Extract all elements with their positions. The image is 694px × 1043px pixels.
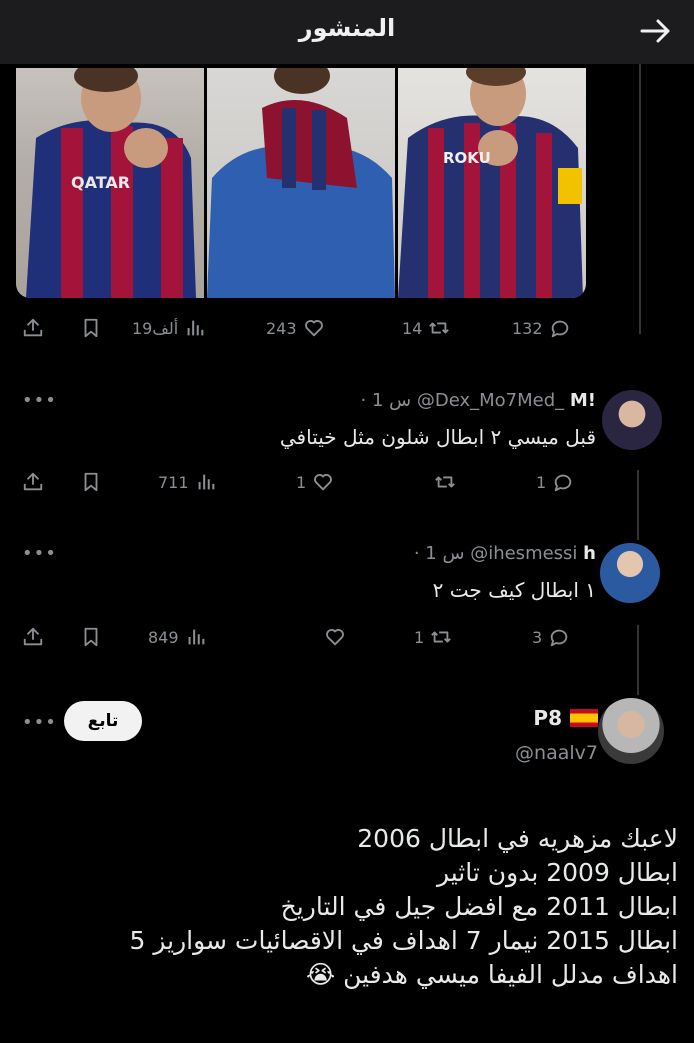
post-action-bar: 19ألف 243 14 132 (0, 314, 600, 342)
views-icon (187, 320, 204, 336)
reply-button[interactable]: 1 (536, 468, 574, 496)
thread-line (637, 625, 639, 695)
author-name[interactable]: P8 (533, 706, 598, 730)
share-button[interactable] (22, 314, 44, 342)
reply-time: · 1 س (360, 390, 412, 411)
page-title: المنشور (298, 14, 396, 42)
share-icon (23, 627, 43, 646)
reply-header: · 1 س @ihesmessi h (414, 543, 596, 564)
post-media-grid[interactable]: QATAR ROKU (16, 68, 586, 298)
post-photo[interactable] (207, 68, 395, 298)
views-stat[interactable]: 19ألف (132, 314, 206, 342)
more-icon[interactable]: ••• (22, 543, 57, 564)
likes-count: 1 (296, 472, 307, 492)
views-icon (188, 629, 204, 645)
post-line: ابطال 2009 بدون تاثير (436, 858, 678, 887)
repost-button[interactable]: 1 (414, 623, 452, 651)
reply-handle[interactable]: @Dex_Mo7Med_ (417, 390, 564, 411)
post-body: لاعبك مزهريه في ابطال 2006 ابطال 2009 بد… (18, 822, 679, 992)
views-count: 19ألف (132, 318, 179, 338)
repost-button[interactable]: 14 (402, 314, 450, 342)
bookmark-button[interactable] (80, 623, 102, 651)
post-line: ابطال 2011 مع افضل جيل في التاريخ (280, 892, 678, 921)
reply-text: ١ ابطال كيف جت ٢ (432, 578, 596, 602)
reply-display-name[interactable]: M! (570, 390, 596, 411)
replies-count: 132 (512, 318, 543, 338)
reply-action-bar: 849 1 3 (0, 623, 600, 651)
avatar[interactable] (602, 390, 662, 450)
svg-text:QATAR: QATAR (71, 173, 130, 192)
bookmark-button[interactable] (80, 468, 102, 496)
post-photo[interactable]: QATAR (16, 68, 204, 298)
repost-icon (435, 476, 455, 488)
spain-flag-icon (570, 709, 598, 727)
views-icon (198, 474, 214, 490)
views-stat[interactable]: 849 (148, 623, 207, 651)
reply-button[interactable]: 132 (512, 314, 571, 342)
bookmark-icon (84, 627, 98, 647)
views-count: 711 (158, 472, 189, 492)
replies-count: 3 (532, 627, 543, 647)
thread-line (639, 64, 641, 334)
replies-count: 1 (536, 472, 547, 492)
heart-icon (314, 474, 333, 491)
share-button[interactable] (22, 623, 44, 651)
share-icon (23, 472, 43, 491)
like-button[interactable]: 243 (266, 314, 325, 342)
thread-line (637, 470, 639, 540)
bookmark-icon (84, 318, 98, 338)
reply-icon (551, 320, 568, 338)
avatar[interactable] (598, 698, 664, 764)
svg-text:ROKU: ROKU (443, 149, 491, 167)
reposts-count: 1 (414, 627, 425, 647)
reply-time: · 1 س (413, 543, 465, 564)
views-stat[interactable]: 711 (158, 468, 217, 496)
reposts-count: 14 (402, 318, 423, 338)
reply-icon (554, 474, 572, 492)
likes-count: 243 (266, 318, 297, 338)
repost-icon (429, 322, 450, 334)
reply-header: · 1 س @Dex_Mo7Med_ M! (361, 390, 597, 411)
avatar[interactable] (600, 543, 660, 603)
reply-display-name[interactable]: h (583, 543, 596, 564)
follow-button[interactable]: تابع (64, 701, 142, 741)
author-handle[interactable]: @naalv7 (515, 742, 598, 764)
author-display-name: P8 (533, 706, 562, 730)
reply-button[interactable]: 3 (532, 623, 570, 651)
top-bar: المنشور (0, 0, 694, 64)
repost-button[interactable] (428, 468, 456, 496)
post-photo[interactable]: ROKU (398, 68, 586, 298)
share-button[interactable] (22, 468, 44, 496)
reply-icon (550, 629, 568, 647)
post-line: لاعبك مزهريه في ابطال 2006 (357, 824, 678, 853)
heart-icon (304, 320, 323, 337)
bookmark-icon (84, 472, 98, 492)
more-icon[interactable]: ••• (22, 712, 57, 733)
reply-handle[interactable]: @ihesmessi (470, 543, 577, 564)
share-icon (23, 318, 43, 337)
bookmark-button[interactable] (80, 314, 102, 342)
post-line: ابطال 2015 نيمار 7 اهداف في الاقصائيات س… (129, 926, 679, 955)
repost-icon (431, 631, 452, 643)
reply-text: قبل ميسي ٢ ابطال شلون مثل خيتافي (279, 425, 596, 449)
post-line: اهداف مدلل الفيفا ميسي هدفين 😭 (305, 960, 678, 989)
reply-action-bar: 711 1 1 (0, 468, 600, 496)
views-count: 849 (148, 627, 179, 647)
like-button[interactable] (318, 623, 346, 651)
back-arrow-icon[interactable] (640, 18, 672, 44)
heart-icon (326, 629, 344, 646)
like-button[interactable]: 1 (296, 468, 334, 496)
more-icon[interactable]: ••• (22, 390, 57, 411)
